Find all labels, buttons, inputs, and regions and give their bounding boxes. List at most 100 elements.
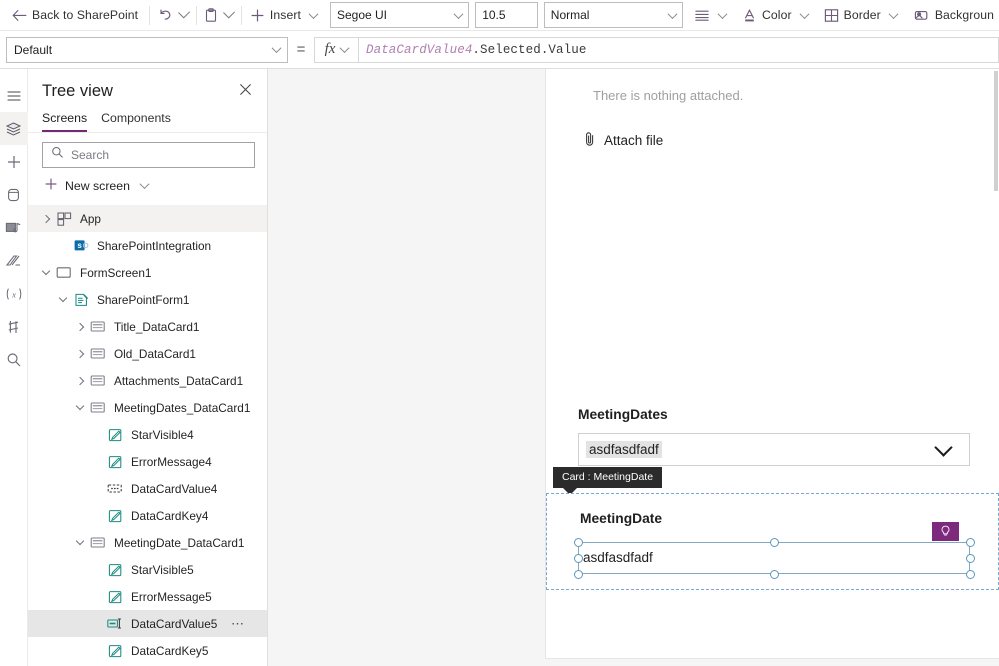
tree-item-attachments-datacard1[interactable]: Attachments_DataCard1 bbox=[28, 367, 267, 394]
font-family-select[interactable]: Segoe UI bbox=[329, 2, 470, 28]
resize-handle-top-center[interactable] bbox=[770, 538, 779, 547]
chevron-right-icon[interactable] bbox=[72, 349, 88, 358]
formula-input[interactable]: DataCardValue4 .Selected.Value bbox=[358, 36, 999, 63]
chevron-down-icon[interactable] bbox=[72, 536, 88, 547]
color-label: Color bbox=[762, 8, 792, 22]
label-pencil-icon bbox=[105, 509, 125, 523]
tree-item-errormessage5[interactable]: ErrorMessage5 bbox=[28, 583, 267, 610]
tree-item-meetingdate-datacard1[interactable]: MeetingDate_DataCard1 bbox=[28, 529, 267, 556]
font-weight-select[interactable]: Normal bbox=[543, 2, 684, 28]
font-size-input[interactable]: 10.5 bbox=[475, 2, 538, 28]
power-automate-flow-icon[interactable] bbox=[0, 244, 28, 277]
label-pencil-icon bbox=[105, 590, 125, 604]
tree-item-label: ErrorMessage5 bbox=[131, 589, 212, 604]
tree-item-errormessage4[interactable]: ErrorMessage4 bbox=[28, 448, 267, 475]
chevron-down-icon bbox=[667, 8, 678, 19]
meeting-date-value: asdfasdfadf bbox=[583, 550, 653, 565]
insert-button[interactable]: Insert bbox=[245, 1, 322, 29]
tree-item-label: MeetingDates_DataCard1 bbox=[114, 400, 251, 415]
chevron-down-icon[interactable] bbox=[38, 266, 54, 277]
chevron-right-icon[interactable] bbox=[72, 322, 88, 331]
tree-item-old-datacard1[interactable]: Old_DataCard1 bbox=[28, 340, 267, 367]
resize-handle-top-right[interactable] bbox=[966, 538, 975, 547]
tree-item-datacardvalue5[interactable]: DataCardValue5 ⋯ bbox=[28, 610, 267, 637]
tree-item-label: ErrorMessage4 bbox=[131, 454, 212, 469]
chevron-right-icon[interactable] bbox=[72, 376, 88, 385]
meeting-date-text-input[interactable]: asdfasdfadf bbox=[574, 538, 975, 579]
tree-item-formscreen1[interactable]: FormScreen1 bbox=[28, 259, 267, 286]
tree-item-label: Old_DataCard1 bbox=[114, 346, 196, 361]
resize-handle-bottom-right[interactable] bbox=[966, 570, 975, 579]
new-screen-label: New screen bbox=[65, 178, 130, 193]
tree-item-datacardkey4[interactable]: DataCardKey4 bbox=[28, 502, 267, 529]
fx-button[interactable]: fx bbox=[314, 36, 358, 63]
variables-x-icon[interactable]: x bbox=[0, 277, 28, 310]
font-color-icon bbox=[742, 8, 757, 23]
tab-components[interactable]: Components bbox=[101, 111, 171, 132]
text-align-button[interactable] bbox=[689, 1, 731, 29]
paste-button[interactable] bbox=[199, 1, 223, 29]
hamburger-menu-icon[interactable] bbox=[0, 79, 28, 112]
close-icon[interactable] bbox=[236, 81, 255, 101]
paste-dropdown-chevron-icon[interactable] bbox=[223, 5, 236, 19]
database-data-icon[interactable] bbox=[0, 178, 28, 211]
chevron-down-icon[interactable] bbox=[55, 293, 71, 304]
chevron-right-icon[interactable] bbox=[38, 214, 54, 223]
border-chevron-down-icon[interactable] bbox=[888, 8, 899, 19]
advanced-tools-icon[interactable] bbox=[0, 310, 28, 343]
tree-item-datacardkey5[interactable]: DataCardKey5 bbox=[28, 637, 267, 664]
power-apps-studio: Back to SharePoint Insert Segoe UI 10.5 … bbox=[0, 0, 999, 666]
canvas-scrollbar[interactable] bbox=[993, 69, 999, 658]
tree-item-title-datacard1[interactable]: Title_DataCard1 bbox=[28, 313, 267, 340]
resize-handle-middle-left[interactable] bbox=[574, 554, 583, 563]
datacard-icon bbox=[88, 347, 108, 360]
tree-item-starvisible5[interactable]: StarVisible5 bbox=[28, 556, 267, 583]
label-pencil-icon bbox=[105, 455, 125, 469]
resize-handle-bottom-center[interactable] bbox=[770, 570, 779, 579]
tree-item-sharepointform1[interactable]: SharePointForm1 bbox=[28, 286, 267, 313]
insert-label: Insert bbox=[269, 8, 301, 22]
plus-insert-icon[interactable] bbox=[0, 145, 28, 178]
background-button[interactable]: Backgroun bbox=[908, 1, 999, 29]
meeting-dates-dropdown[interactable]: asdfasdfadf bbox=[578, 433, 970, 466]
undo-dropdown-chevron-icon[interactable] bbox=[178, 5, 191, 19]
svg-text:x: x bbox=[11, 289, 16, 299]
formula-property-token: .Selected.Value bbox=[472, 42, 587, 57]
tree-item-overflow-menu[interactable]: ⋯ bbox=[231, 616, 245, 632]
color-button[interactable]: Color bbox=[737, 1, 813, 29]
tree-item-sharepointintegration[interactable]: s SharePointIntegration bbox=[28, 232, 267, 259]
undo-icon bbox=[158, 8, 173, 23]
color-chevron-down-icon[interactable] bbox=[799, 8, 810, 19]
canvas-bottom-divider bbox=[545, 658, 999, 659]
media-icon[interactable] bbox=[0, 211, 28, 244]
tab-screens[interactable]: Screens bbox=[42, 111, 88, 132]
border-button[interactable]: Border bbox=[819, 1, 902, 29]
chevron-down-icon[interactable] bbox=[72, 401, 88, 412]
resize-handle-top-left[interactable] bbox=[574, 538, 583, 547]
resize-handle-middle-right[interactable] bbox=[966, 554, 975, 563]
tree-item-starvisible4[interactable]: StarVisible4 bbox=[28, 421, 267, 448]
align-chevron-down-icon[interactable] bbox=[717, 8, 728, 19]
layers-tree-view-icon[interactable] bbox=[0, 112, 28, 145]
search-input[interactable]: Search bbox=[42, 142, 255, 168]
insert-chevron-down-icon[interactable] bbox=[308, 8, 319, 19]
canvas-area: There is nothing attached. Attach file M… bbox=[268, 69, 999, 666]
meeting-date-card[interactable]: MeetingDate asdfasdfadf bbox=[546, 493, 999, 590]
undo-button[interactable] bbox=[153, 1, 178, 29]
tree-item-datacardvalue4[interactable]: DataCardValue4 bbox=[28, 475, 267, 502]
new-screen-chevron-down-icon[interactable] bbox=[139, 179, 150, 190]
screen-icon bbox=[54, 266, 74, 279]
back-to-sharepoint-button[interactable]: Back to SharePoint bbox=[8, 1, 146, 29]
property-select[interactable]: Default bbox=[6, 36, 288, 63]
attach-file-button[interactable]: Attach file bbox=[584, 131, 663, 150]
attachments-empty-text: There is nothing attached. bbox=[593, 88, 744, 103]
arrow-left-icon bbox=[12, 9, 27, 22]
tree-item-app[interactable]: App bbox=[28, 205, 267, 232]
lightbulb-icon[interactable] bbox=[932, 522, 959, 541]
tree-item-meetingdates-datacard1[interactable]: MeetingDates_DataCard1 bbox=[28, 394, 267, 421]
search-icon[interactable] bbox=[0, 343, 28, 376]
resize-handle-bottom-left[interactable] bbox=[574, 570, 583, 579]
fx-label: fx bbox=[324, 41, 336, 57]
equals-sign: = bbox=[296, 41, 306, 58]
new-screen-button[interactable]: New screen bbox=[28, 168, 267, 203]
